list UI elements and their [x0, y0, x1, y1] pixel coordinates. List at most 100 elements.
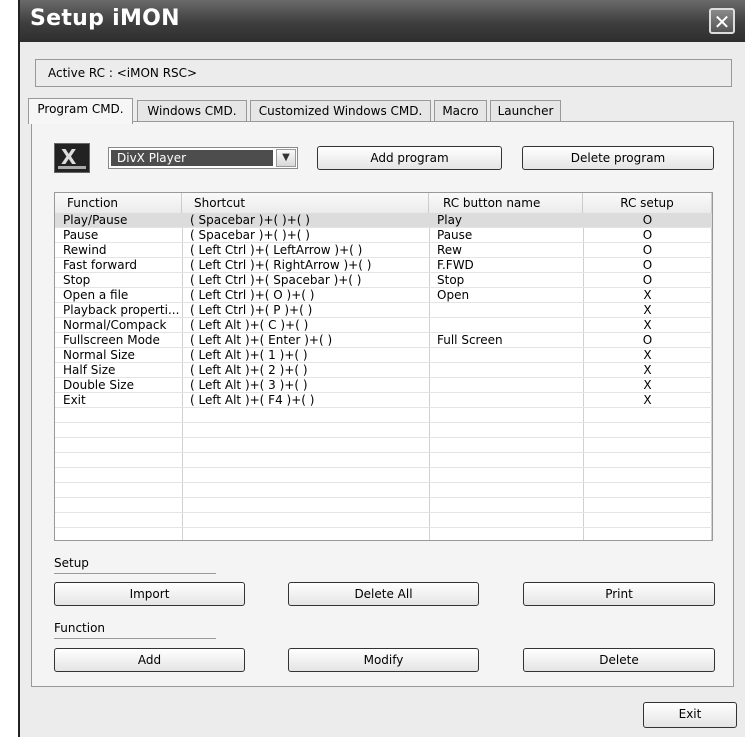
cell-shortcut: ( Left Alt )+( Enter )+( )	[190, 333, 333, 347]
close-icon: ✕	[713, 10, 731, 34]
cell-function: Stop	[63, 273, 91, 287]
table-row[interactable]: Fullscreen Mode ( Left Alt )+( Enter )+( …	[55, 333, 712, 348]
program-select-value: DivX Player	[111, 150, 273, 166]
cell-rc-button-name	[437, 348, 577, 362]
table-row[interactable]: Fast forward ( Left Ctrl )+( RightArrow )…	[55, 258, 712, 273]
cell-shortcut: ( Left Alt )+( 2 )+( )	[190, 363, 308, 377]
chevron-down-icon[interactable]: ▼	[276, 149, 296, 167]
table-row[interactable]: Normal/Compack ( Left Alt )+( C )+( ) X	[55, 318, 712, 333]
exit-button[interactable]: Exit	[643, 702, 737, 728]
print-button[interactable]: Print	[523, 582, 715, 606]
column-function[interactable]: Function	[55, 193, 182, 213]
table-row[interactable]	[55, 438, 712, 453]
function-group-label: Function	[54, 621, 106, 635]
table-row[interactable]: Playback properti... ( Left Ctrl )+( P )+…	[55, 303, 712, 318]
cell-shortcut: ( Left Alt )+( C )+( )	[190, 318, 309, 332]
table-row[interactable]: Half Size ( Left Alt )+( 2 )+( ) X	[55, 363, 712, 378]
table-row[interactable]: Exit ( Left Alt )+( F4 )+( ) X	[55, 393, 712, 408]
cell-rc-button-name: Open	[437, 288, 470, 302]
column-rc-setup[interactable]: RC setup	[583, 193, 712, 213]
add-function-button[interactable]: Add	[54, 648, 245, 672]
cell-rc-button-name	[437, 318, 577, 332]
cell-shortcut: ( Left Ctrl )+( Spacebar )+( )	[190, 273, 362, 287]
cell-rc-button-name	[437, 393, 577, 407]
cell-rc-setup: X	[643, 318, 652, 332]
cell-rc-setup: X	[643, 363, 652, 377]
active-rc-label: Active RC : <iMON RSC>	[48, 66, 198, 80]
table-row[interactable]: Normal Size ( Left Alt )+( 1 )+( ) X	[55, 348, 712, 363]
cell-function: Half Size	[63, 363, 116, 377]
cell-rc-setup: X	[643, 348, 652, 362]
cell-shortcut: ( Spacebar )+( )+( )	[190, 228, 310, 242]
cell-rc-setup: X	[643, 288, 652, 302]
cell-function: Double Size	[63, 378, 134, 392]
cell-rc-button-name: Rew	[437, 243, 462, 257]
table-header: Function Shortcut RC button name RC setu…	[55, 193, 712, 214]
cell-rc-setup: O	[642, 243, 653, 257]
cell-rc-setup: O	[642, 333, 653, 347]
cell-function: Play/Pause	[63, 213, 128, 227]
title-bar: Setup iMON ✕	[20, 0, 745, 42]
table-row[interactable]	[55, 468, 712, 483]
modify-function-button[interactable]: Modify	[288, 648, 479, 672]
table-row[interactable]: Play/Pause ( Spacebar )+( )+( ) Play O	[55, 213, 712, 228]
table-row[interactable]	[55, 453, 712, 468]
program-cmd-panel: X DivX Player ▼ Add program Delete progr…	[31, 121, 734, 687]
cell-function: Fast forward	[63, 258, 137, 272]
cell-shortcut: ( Left Ctrl )+( P )+( )	[190, 303, 313, 317]
table-row[interactable]	[55, 498, 712, 513]
cell-shortcut: ( Left Alt )+( 1 )+( )	[190, 348, 308, 362]
table-row[interactable]: Open a file ( Left Ctrl )+( O )+( ) Open X	[55, 288, 712, 303]
cell-rc-button-name: Full Screen	[437, 333, 503, 347]
cell-function: Normal Size	[63, 348, 135, 362]
tab-customized-windows-cmd[interactable]: Customized Windows CMD.	[250, 100, 431, 122]
column-rc-button-name[interactable]: RC button name	[429, 193, 583, 213]
cell-function: Pause	[63, 228, 99, 242]
table-row[interactable]	[55, 513, 712, 528]
window-title: Setup iMON	[30, 6, 180, 31]
cell-rc-setup: O	[642, 258, 653, 272]
cell-shortcut: ( Left Alt )+( F4 )+( )	[190, 393, 315, 407]
cell-rc-button-name: Pause	[437, 228, 473, 242]
function-divider	[54, 638, 216, 639]
program-select[interactable]: DivX Player ▼	[108, 147, 298, 169]
cell-rc-setup: X	[643, 378, 652, 392]
cell-rc-button-name: Stop	[437, 273, 465, 287]
table-row[interactable]	[55, 483, 712, 498]
tab-macro[interactable]: Macro	[434, 100, 487, 122]
command-table: Function Shortcut RC button name RC setu…	[54, 192, 713, 541]
cell-rc-setup: X	[643, 303, 652, 317]
delete-all-button[interactable]: Delete All	[288, 582, 479, 606]
table-row[interactable]	[55, 408, 712, 423]
table-row[interactable]: Double Size ( Left Alt )+( 3 )+( ) X	[55, 378, 712, 393]
delete-program-button[interactable]: Delete program	[522, 146, 714, 170]
delete-function-button[interactable]: Delete	[523, 648, 715, 672]
tab-program-cmd[interactable]: Program CMD.	[28, 98, 133, 124]
setup-group-label: Setup	[54, 556, 89, 570]
table-row[interactable]	[55, 528, 712, 540]
setup-divider	[54, 573, 216, 574]
cell-rc-setup: O	[642, 273, 653, 287]
cell-function: Normal/Compack	[63, 318, 167, 332]
column-shortcut[interactable]: Shortcut	[182, 193, 429, 213]
cell-shortcut: ( Left Ctrl )+( O )+( )	[190, 288, 315, 302]
cell-rc-button-name: F.FWD	[437, 258, 474, 272]
tab-launcher[interactable]: Launcher	[490, 100, 561, 122]
cell-shortcut: ( Spacebar )+( )+( )	[190, 213, 310, 227]
table-row[interactable]: Pause ( Spacebar )+( )+( ) Pause O	[55, 228, 712, 243]
cell-rc-setup: O	[642, 213, 653, 227]
cell-function: Open a file	[63, 288, 129, 302]
cell-rc-button-name	[437, 378, 577, 392]
active-rc-field: Active RC : <iMON RSC>	[35, 59, 732, 87]
table-row[interactable]: Rewind ( Left Ctrl )+( LeftArrow )+( ) Rew…	[55, 243, 712, 258]
cell-rc-setup: X	[643, 393, 652, 407]
import-button[interactable]: Import	[54, 582, 245, 606]
cell-shortcut: ( Left Alt )+( 3 )+( )	[190, 378, 308, 392]
cell-function: Exit	[63, 393, 86, 407]
cell-rc-button-name: Play	[437, 213, 463, 227]
table-row[interactable]: Stop ( Left Ctrl )+( Spacebar )+( ) Stop O	[55, 273, 712, 288]
add-program-button[interactable]: Add program	[317, 146, 502, 170]
close-button[interactable]: ✕	[709, 8, 735, 34]
tab-windows-cmd[interactable]: Windows CMD.	[137, 100, 247, 122]
table-row[interactable]	[55, 423, 712, 438]
